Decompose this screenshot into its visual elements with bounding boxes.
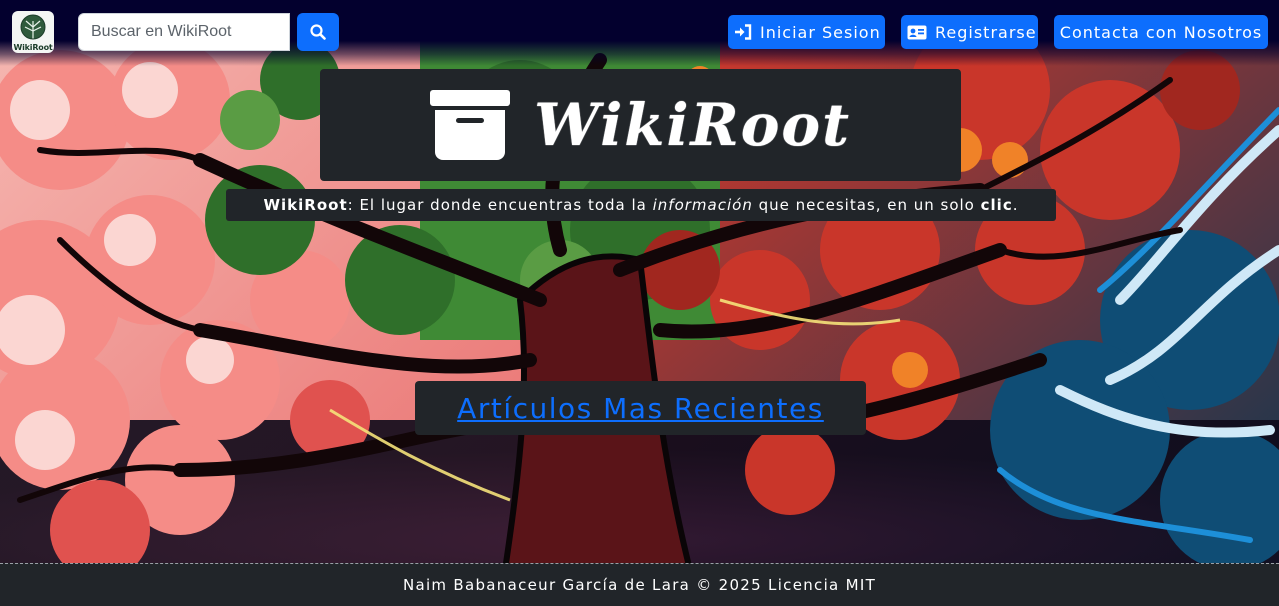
archive-box-icon	[430, 90, 511, 160]
login-button-label: Iniciar Sesion	[760, 22, 881, 42]
sign-in-icon	[734, 24, 752, 40]
brand-banner: WikiRoot	[320, 69, 961, 181]
contact-button[interactable]: Contacta con Nosotros	[1054, 15, 1268, 49]
recent-articles-panel: Artículos Mas Recientes	[415, 381, 866, 435]
tagline-brand: WikiRoot	[263, 196, 348, 214]
search-button[interactable]	[297, 13, 339, 51]
search-icon	[310, 24, 326, 40]
tagline: WikiRoot: El lugar donde encuentras toda…	[226, 189, 1056, 221]
site-logo[interactable]: WikiRoot	[12, 11, 54, 53]
register-button-label: Registrarse	[935, 22, 1037, 42]
tagline-emphasis: información	[652, 196, 753, 214]
register-button[interactable]: Registrarse	[901, 15, 1038, 49]
login-button[interactable]: Iniciar Sesion	[728, 15, 885, 49]
top-navbar: WikiRoot Iniciar Sesion	[0, 0, 1279, 66]
logo-text: WikiRoot	[13, 43, 53, 52]
footer: Naim Babanaceur García de Lara © 2025 Li…	[0, 563, 1279, 606]
footer-text: Naim Babanaceur García de Lara © 2025 Li…	[402, 576, 877, 594]
id-card-icon	[907, 25, 927, 40]
recent-articles-link[interactable]: Artículos Mas Recientes	[457, 392, 824, 425]
search-input[interactable]	[78, 13, 290, 51]
site-title: WikiRoot	[534, 91, 851, 159]
tagline-end: .	[1012, 196, 1019, 214]
tagline-part1: : El lugar donde encuentras toda la	[347, 196, 653, 214]
tagline-part2: que necesitas, en un solo	[752, 196, 981, 214]
tagline-strong: clic	[980, 196, 1013, 214]
contact-button-label: Contacta con Nosotros	[1059, 22, 1263, 42]
